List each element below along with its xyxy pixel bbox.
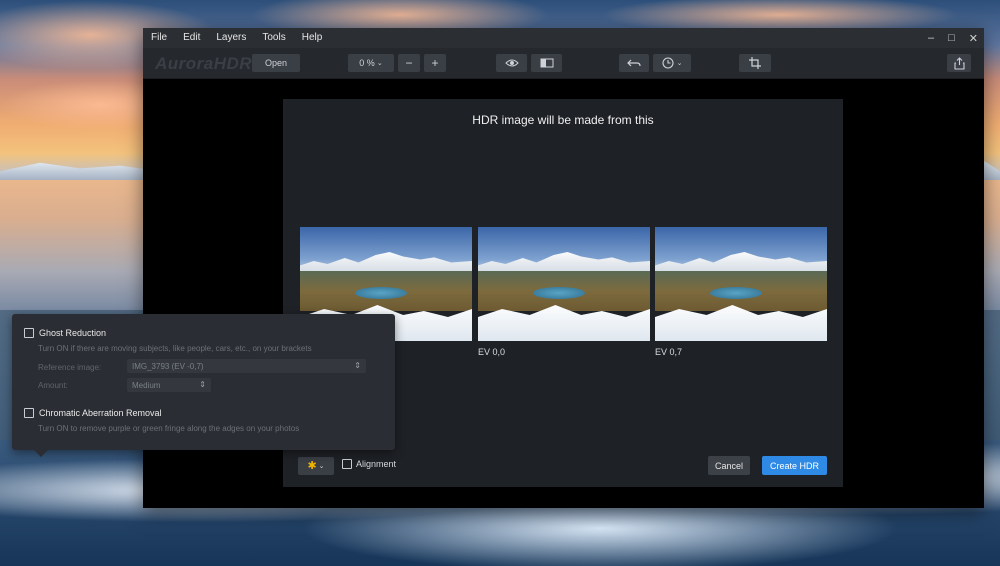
minimize-button[interactable]: – (928, 32, 934, 44)
menu-tools[interactable]: Tools (254, 28, 293, 48)
history-button[interactable]: ⌄ (653, 54, 691, 72)
clock-icon (662, 57, 674, 69)
settings-button[interactable]: ✱ ⌄ (298, 457, 334, 475)
alignment-checkbox[interactable] (342, 459, 352, 469)
menu-layers[interactable]: Layers (208, 28, 254, 48)
zoom-value: 0 % (359, 58, 375, 68)
gear-icon: ✱ (307, 459, 317, 472)
menu-edit[interactable]: Edit (175, 28, 208, 48)
zoom-select[interactable]: 0 % ⌄ (348, 54, 394, 72)
crop-icon (749, 57, 761, 69)
open-button[interactable]: Open (252, 54, 300, 72)
zoom-out-button[interactable]: − (398, 54, 420, 72)
cancel-button[interactable]: Cancel (708, 456, 750, 475)
bracket-image-3[interactable] (655, 227, 827, 341)
chromatic-aberration-description: Turn ON to remove purple or green fringe… (38, 424, 300, 433)
maximize-button[interactable]: □ (948, 32, 955, 44)
split-view-icon (540, 58, 553, 68)
ev-label-3: EV 0,7 (655, 347, 683, 357)
ghost-reduction-label: Ghost Reduction (39, 328, 107, 338)
chromatic-aberration-checkbox[interactable] (24, 408, 34, 418)
eye-icon (504, 59, 519, 67)
ghost-reduction-checkbox[interactable] (24, 328, 34, 338)
preview-button[interactable] (496, 54, 527, 72)
compare-button[interactable] (531, 54, 562, 72)
create-hdr-button[interactable]: Create HDR (762, 456, 827, 475)
ev-label-2: EV 0,0 (478, 347, 506, 357)
amount-label: Amount: (38, 381, 68, 390)
alignment-label: Alignment (356, 459, 397, 469)
menu-bar: File Edit Layers Tools Help – □ ✕ (143, 28, 984, 48)
chromatic-aberration-label: Chromatic Aberration Removal (39, 408, 162, 418)
close-button[interactable]: ✕ (969, 32, 978, 45)
chevron-down-icon: ⌄ (676, 60, 683, 67)
chevron-down-icon: ⌄ (376, 60, 383, 67)
menu-help[interactable]: Help (294, 28, 331, 48)
undo-icon (627, 59, 641, 67)
toolbar: AuroraHDR Open 0 % ⌄ − + ⌄ (143, 48, 984, 79)
settings-popover: Ghost Reduction Turn ON if there are mov… (12, 314, 395, 457)
ghost-reduction-description: Turn ON if there are moving subjects, li… (38, 344, 312, 353)
chevron-down-icon: ⌄ (318, 462, 325, 470)
crop-button[interactable] (739, 54, 771, 72)
alignment-option[interactable]: Alignment (342, 459, 396, 469)
window-controls: – □ ✕ (928, 28, 978, 48)
updown-arrows-icon: ⇕ (354, 361, 361, 370)
ghost-reduction-option[interactable]: Ghost Reduction (24, 328, 106, 338)
reference-image-value: IMG_3793 (EV -0,7) (132, 361, 204, 371)
share-button[interactable] (947, 54, 971, 72)
amount-value: Medium (132, 380, 161, 390)
bracket-image-2[interactable] (478, 227, 650, 341)
updown-arrows-icon: ⇕ (199, 380, 206, 389)
undo-button[interactable] (619, 54, 649, 72)
dialog-title: HDR image will be made from this (472, 113, 654, 127)
app-logo: AuroraHDR (155, 54, 253, 73)
amount-select[interactable]: Medium ⇕ (127, 378, 211, 392)
zoom-in-button[interactable]: + (424, 54, 446, 72)
share-icon (953, 56, 965, 70)
reference-image-label: Reference image: (38, 363, 102, 372)
chromatic-aberration-option[interactable]: Chromatic Aberration Removal (24, 408, 162, 418)
reference-image-select[interactable]: IMG_3793 (EV -0,7) ⇕ (127, 359, 366, 373)
menu-file[interactable]: File (143, 28, 175, 48)
